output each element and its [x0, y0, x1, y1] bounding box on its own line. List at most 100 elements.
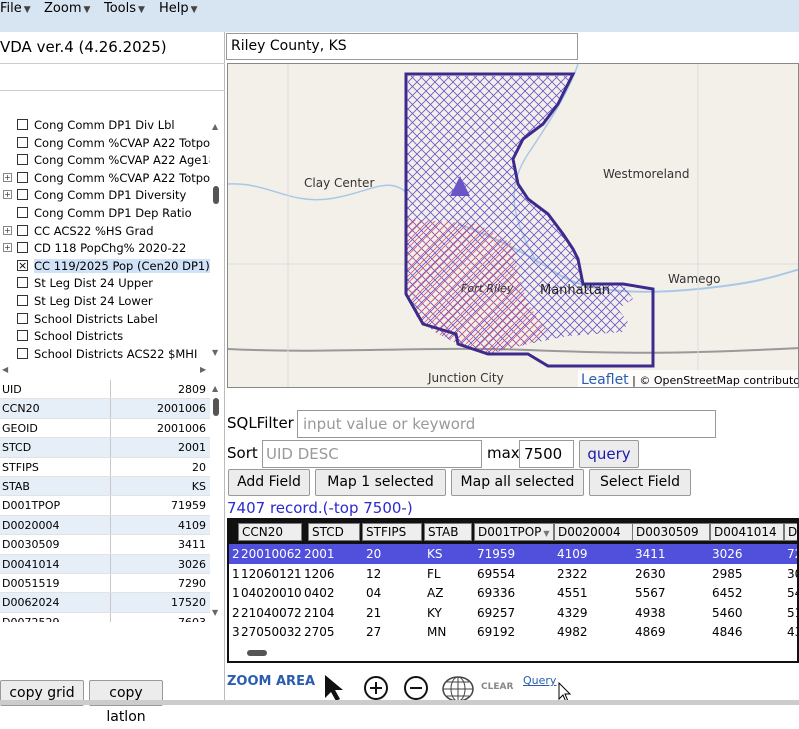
- select-field-button[interactable]: Select Field: [589, 469, 691, 496]
- scroll-up-arrow-icon[interactable]: ▲: [212, 384, 218, 393]
- layer-item[interactable]: + CD 118 PopChg% 2020-22: [0, 240, 210, 258]
- grid-hscroll-thumb[interactable]: [247, 650, 267, 656]
- menu-zoom[interactable]: Zoom ▼: [44, 1, 90, 16]
- grid-header-d001tpop[interactable]: D001TPOP ▼: [474, 523, 554, 541]
- layer-checkbox[interactable]: [17, 206, 28, 218]
- layer-item[interactable]: Cong Comm DP1 Div Lbl: [0, 117, 210, 135]
- layer-item[interactable]: + Cong Comm DP1 Diversity: [0, 187, 210, 205]
- map-label-manhattan: Manhattan: [540, 283, 611, 298]
- expand-plus-icon[interactable]: +: [3, 243, 12, 253]
- chevron-down-icon: ▼: [190, 5, 198, 15]
- menu-help[interactable]: Help ▼: [159, 1, 198, 16]
- table-cell: 2001006: [241, 547, 295, 561]
- grid-header-stcd[interactable]: STCD: [308, 523, 360, 541]
- layer-item[interactable]: St Leg Dist 24 Upper: [0, 275, 210, 293]
- menu-tools[interactable]: Tools ▼: [104, 1, 145, 16]
- query-tool[interactable]: Query: [523, 674, 556, 687]
- map-1-selected-button[interactable]: Map 1 selected: [315, 469, 446, 496]
- page-hscrollbar[interactable]: [0, 700, 799, 705]
- scroll-thumb[interactable]: [213, 398, 219, 416]
- table-cell: KY: [427, 605, 442, 620]
- layer-checkbox[interactable]: [17, 224, 28, 236]
- table-cell: 12: [366, 566, 382, 581]
- grid-header-d0041014[interactable]: D0041014: [710, 523, 784, 541]
- scroll-thumb[interactable]: [213, 186, 219, 204]
- layer-checkbox[interactable]: [17, 277, 28, 289]
- query-button[interactable]: query: [579, 440, 639, 468]
- layer-item[interactable]: St Leg Dist 24 Lower: [0, 293, 210, 311]
- layer-item[interactable]: × CC 119/2025 Pop (Cen20 DP1): [0, 258, 210, 276]
- table-cell: AZ: [427, 586, 444, 601]
- table-cell: 3: [232, 625, 240, 640]
- grid-header-d0020004[interactable]: D0020004: [554, 523, 634, 541]
- grid-header-d0030509[interactable]: D0030509: [632, 523, 710, 541]
- layer-checkbox[interactable]: [17, 242, 28, 254]
- grid-header-stab[interactable]: STAB: [424, 523, 472, 541]
- layer-checkbox[interactable]: [17, 189, 28, 201]
- column-divider: [110, 593, 111, 612]
- record-count: 7407 record.(-top 7500-): [227, 499, 413, 517]
- max-input[interactable]: 7500: [519, 440, 574, 468]
- layer-item[interactable]: Cong Comm %CVAP A22 Totpop: [0, 135, 210, 153]
- table-row[interactable]: 221040072210421KY6925743294938546051: [229, 603, 797, 623]
- table-row[interactable]: 112060121120612FL6955423222630298530: [229, 564, 797, 584]
- layer-checkbox[interactable]: [17, 171, 28, 183]
- table-cell: 72: [787, 547, 797, 561]
- table-cell: 4329: [557, 605, 588, 620]
- layer-list-hscrollbar[interactable]: ◀ ▶: [0, 364, 213, 376]
- expand-plus-icon[interactable]: +: [3, 172, 12, 182]
- layer-item[interactable]: School Districts ACS22 $MHI: [0, 346, 210, 362]
- layer-checkbox[interactable]: [17, 119, 28, 130]
- globe-icon: [442, 676, 474, 702]
- layer-checkbox[interactable]: [17, 330, 28, 342]
- table-row[interactable]: 3270500322705 27 MN 69192 4982 4869 4846 43: [229, 622, 797, 642]
- table-row[interactable]: 1040200100402 04 AZ 69336 4551 5567 6452 54: [229, 583, 797, 603]
- menu-file[interactable]: File ▼: [0, 1, 31, 16]
- layer-checkbox[interactable]: [17, 312, 28, 324]
- grid-header-ccn20[interactable]: CCN20: [238, 523, 302, 541]
- map-label-clay-center: Clay Center: [304, 176, 375, 190]
- attribute-table: UID 2809 CCN20 2001006 GEOID 2001006 STCD 2001 S…: [0, 380, 210, 622]
- layer-checkbox[interactable]: [17, 347, 28, 359]
- layer-checkbox[interactable]: [17, 294, 28, 306]
- attribute-scrollbar[interactable]: ▲ ▼: [210, 382, 222, 622]
- county-field[interactable]: Riley County, KS: [226, 33, 578, 60]
- zoom-area-tool[interactable]: ZOOM AREA: [227, 674, 315, 689]
- scroll-left-arrow-icon[interactable]: ◀: [2, 365, 8, 374]
- layer-item[interactable]: + Cong Comm %CVAP A22 Totpop: [0, 170, 210, 188]
- scroll-up-arrow-icon[interactable]: ▲: [212, 122, 218, 131]
- attribute-row: D0041014 3026: [0, 554, 210, 574]
- expand-plus-icon[interactable]: +: [3, 225, 12, 235]
- table-row[interactable]: 220010062200120KS7195941093411302672: [229, 544, 797, 564]
- scroll-down-arrow-icon[interactable]: ▼: [212, 608, 218, 617]
- attribute-key: D0041014: [2, 557, 60, 571]
- sort-input[interactable]: UID DESC: [262, 440, 482, 468]
- add-field-button[interactable]: Add Field: [228, 469, 310, 496]
- layer-item[interactable]: + CC ACS22 %HS Grad: [0, 223, 210, 241]
- grid-header-d0[interactable]: D0: [784, 523, 797, 541]
- grid-header-d001tpop-label: D001TPOP: [478, 525, 542, 539]
- sql-filter-input[interactable]: input value or keyword: [297, 410, 716, 438]
- map-all-selected-button[interactable]: Map all selected: [451, 469, 584, 496]
- layer-item[interactable]: School Districts: [0, 328, 210, 346]
- layer-item[interactable]: School Districts Label: [0, 311, 210, 329]
- attribute-key: STCD: [2, 441, 32, 455]
- expand-plus-icon[interactable]: +: [3, 190, 12, 200]
- layer-checkbox[interactable]: [17, 154, 28, 166]
- scroll-right-arrow-icon[interactable]: ▶: [200, 365, 206, 374]
- map-view[interactable]: Clay Center Westmoreland Fort Riley Manh…: [227, 63, 799, 388]
- grid-header-stfips[interactable]: STFIPS: [362, 523, 422, 541]
- layer-item[interactable]: Cong Comm %CVAP A22 Age18-: [0, 152, 210, 170]
- clear-tool[interactable]: CLEAR: [481, 682, 513, 692]
- attribute-value: 17520: [171, 596, 206, 610]
- layer-item[interactable]: Cong Comm DP1 Dep Ratio: [0, 205, 210, 223]
- table-cell: 0: [294, 586, 302, 601]
- leaflet-link[interactable]: Leaflet: [581, 372, 629, 387]
- column-divider: [110, 573, 111, 593]
- scroll-down-arrow-icon[interactable]: ▼: [212, 348, 218, 357]
- layer-checkbox[interactable]: [17, 136, 28, 148]
- layer-checkbox[interactable]: ×: [17, 259, 28, 271]
- layer-list-scrollbar[interactable]: ▲ ▼: [210, 120, 222, 362]
- attribute-value: 2001006: [157, 402, 206, 416]
- zoom-in-icon: [364, 676, 388, 700]
